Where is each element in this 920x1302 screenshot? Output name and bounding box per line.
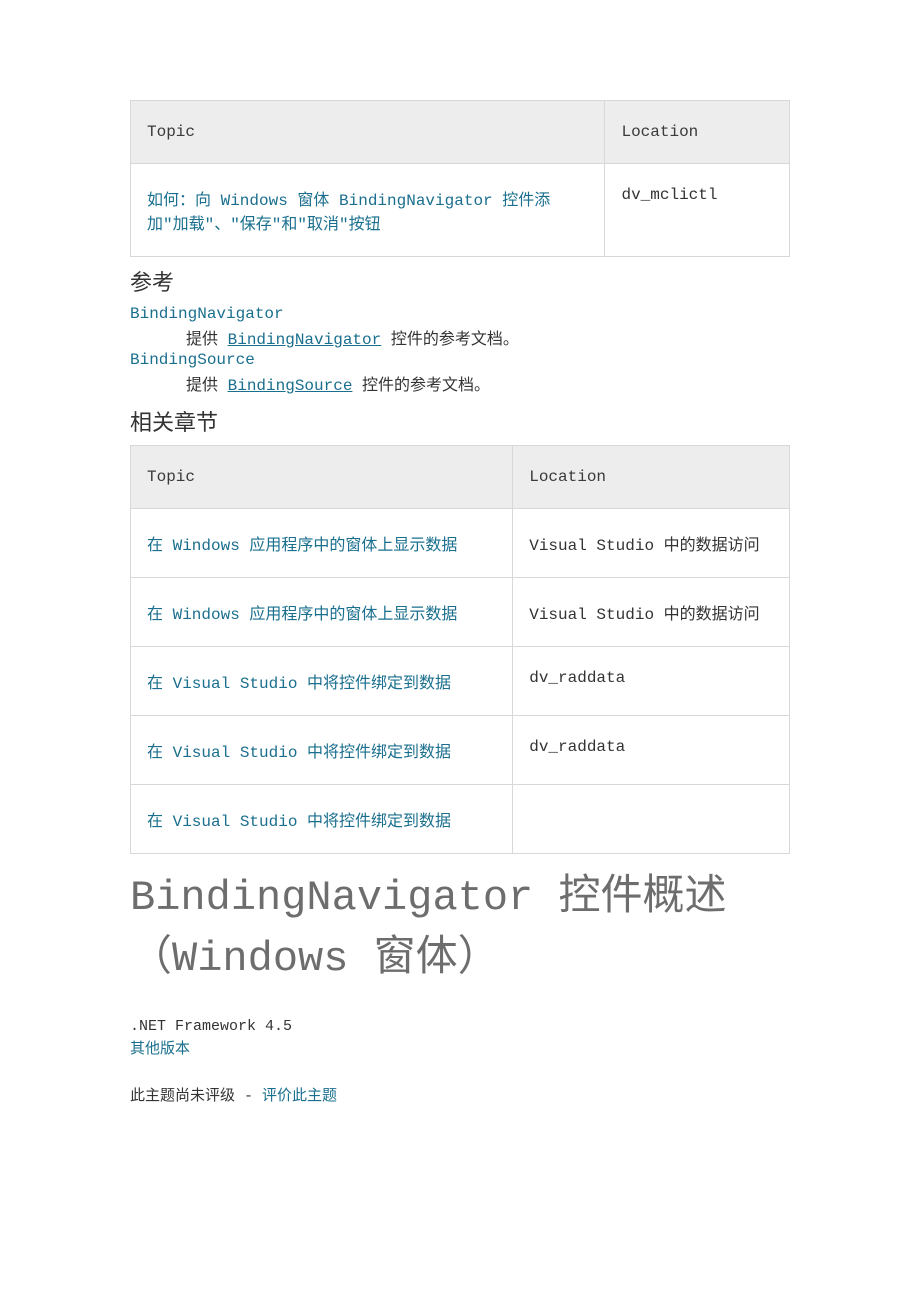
table2-header-location: Location xyxy=(513,446,790,509)
topic-link[interactable]: 如何：向 Windows 窗体 BindingNavigator 控件添加"加载… xyxy=(147,192,550,234)
reference-heading: 参考 xyxy=(130,265,790,297)
location-cell: Visual Studio 中的数据访问 xyxy=(513,509,790,578)
location-cell xyxy=(513,785,790,854)
topic-link[interactable]: 在 Windows 应用程序中的窗体上显示数据 xyxy=(147,606,457,624)
other-versions-link[interactable]: 其他版本 xyxy=(130,1041,190,1058)
rating-text: 此主题尚未评级 xyxy=(130,1088,235,1105)
related-heading: 相关章节 xyxy=(130,405,790,437)
table-row: 在 Windows 应用程序中的窗体上显示数据 Visual Studio 中的… xyxy=(131,509,790,578)
table-row: 如何：向 Windows 窗体 BindingNavigator 控件添加"加载… xyxy=(131,164,790,257)
table-row: 在 Visual Studio 中将控件绑定到数据 dv_raddata xyxy=(131,716,790,785)
location-cell: Visual Studio 中的数据访问 xyxy=(513,578,790,647)
location-cell: dv_raddata xyxy=(513,647,790,716)
ref-desc: 提供 BindingSource 控件的参考文档。 xyxy=(186,371,790,395)
page-title: BindingNavigator 控件概述（Windows 窗体） xyxy=(130,868,790,990)
rating-sep: - xyxy=(235,1088,262,1105)
ref-term-bindingnavigator[interactable]: BindingNavigator xyxy=(130,305,284,323)
ref-term-bindingsource[interactable]: BindingSource xyxy=(130,351,255,369)
table1-header-location: Location xyxy=(605,101,790,164)
topic-location-table-2: Topic Location 在 Windows 应用程序中的窗体上显示数据 V… xyxy=(130,445,790,854)
rating-line: 此主题尚未评级 - 评价此主题 xyxy=(130,1084,790,1105)
ref-desc: 提供 BindingNavigator 控件的参考文档。 xyxy=(186,325,790,349)
framework-version: .NET Framework 4.5 xyxy=(130,1018,790,1035)
topic-location-table-1: Topic Location 如何：向 Windows 窗体 BindingNa… xyxy=(130,100,790,257)
ref-inline-link[interactable]: BindingSource xyxy=(228,377,353,395)
location-cell: dv_mclictl xyxy=(605,164,790,257)
topic-link[interactable]: 在 Visual Studio 中将控件绑定到数据 xyxy=(147,675,451,693)
topic-link[interactable]: 在 Visual Studio 中将控件绑定到数据 xyxy=(147,744,451,762)
table-row: 在 Windows 应用程序中的窗体上显示数据 Visual Studio 中的… xyxy=(131,578,790,647)
topic-link[interactable]: 在 Visual Studio 中将控件绑定到数据 xyxy=(147,813,451,831)
table-row: 在 Visual Studio 中将控件绑定到数据 xyxy=(131,785,790,854)
table1-header-topic: Topic xyxy=(131,101,605,164)
topic-link[interactable]: 在 Windows 应用程序中的窗体上显示数据 xyxy=(147,537,457,555)
location-cell: dv_raddata xyxy=(513,716,790,785)
reference-block: BindingNavigator 提供 BindingNavigator 控件的… xyxy=(130,305,790,395)
table2-header-topic: Topic xyxy=(131,446,513,509)
rate-topic-link[interactable]: 评价此主题 xyxy=(262,1088,337,1105)
table-row: 在 Visual Studio 中将控件绑定到数据 dv_raddata xyxy=(131,647,790,716)
ref-inline-link[interactable]: BindingNavigator xyxy=(228,331,382,349)
